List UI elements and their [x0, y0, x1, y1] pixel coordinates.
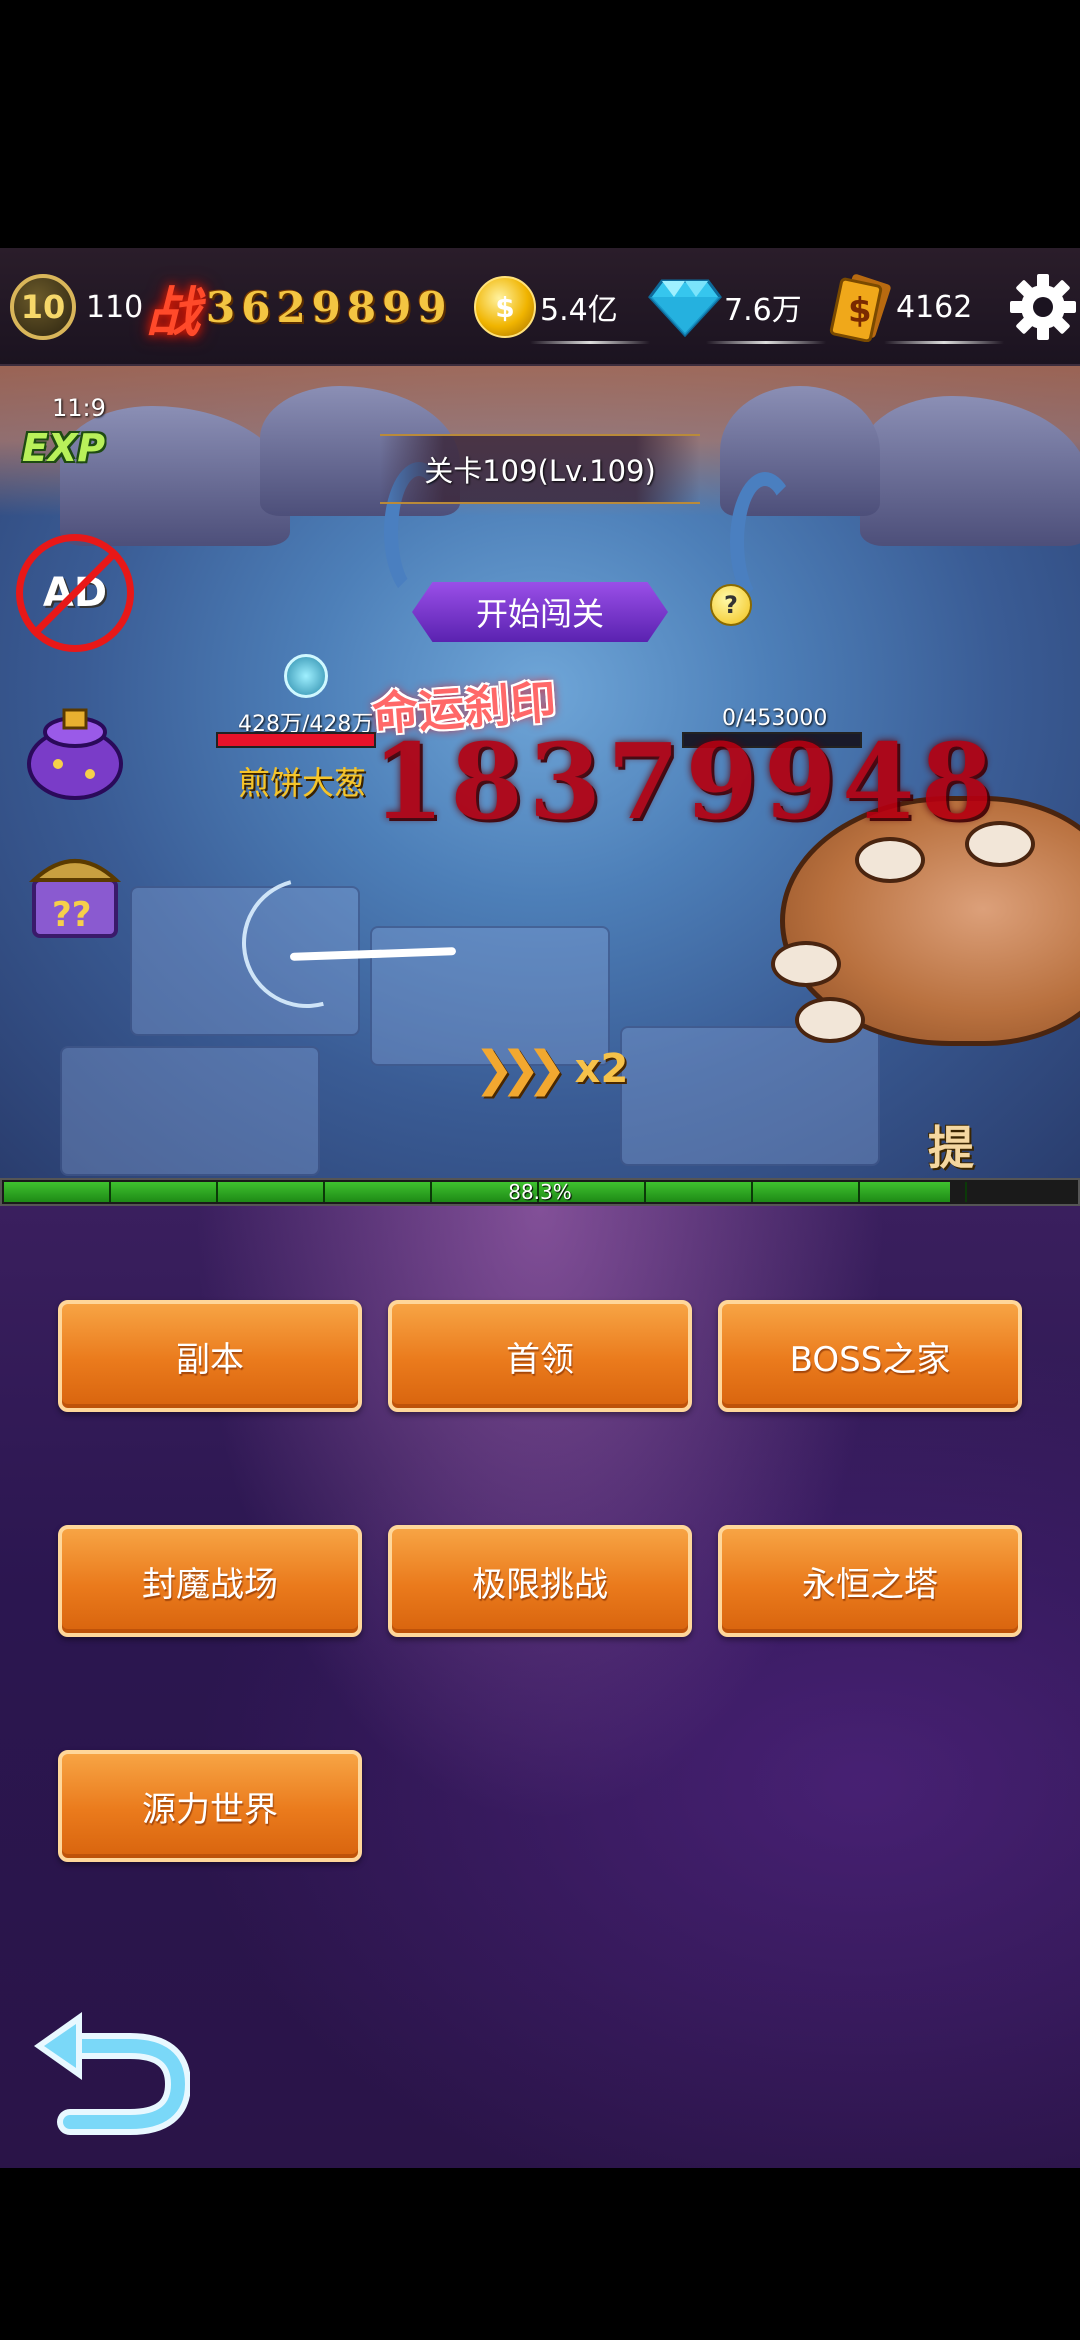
stage-progress-bar: 88.3%: [0, 1178, 1080, 1206]
speed-label: x2: [574, 1046, 629, 1092]
back-arrow-icon[interactable]: [30, 2006, 190, 2136]
player-hp-bar: [216, 732, 376, 748]
mode-menu-panel: 副本 首领 BOSS之家 封魔战场 极限挑战 永恒之塔 源力世界: [0, 1206, 1080, 2168]
gem-display[interactable]: 7.6万: [648, 248, 802, 366]
floor-tile: [620, 1026, 880, 1166]
bottom-letterbox: [0, 2168, 1080, 2340]
gold-coin-icon: $: [474, 276, 536, 338]
player-avatar-icon: [284, 654, 328, 698]
fast-forward-icon: ❯❯❯: [474, 1041, 567, 1097]
damage-number: 18379948: [372, 720, 999, 843]
stage-title: 关卡109(Lv.109): [380, 434, 700, 504]
battle-scene: 11:9 EXP AD ?? 关卡109(Lv.109) 开始闯关 ? 428万…: [0, 366, 1080, 1178]
cash-underline: [884, 341, 1004, 344]
cash-card-icon: $: [829, 274, 891, 342]
gem-underline: [706, 341, 826, 344]
gold-amount: 5.4亿: [540, 293, 618, 328]
combat-power: 战 3629899: [146, 248, 453, 366]
boss-home-button[interactable]: BOSS之家: [718, 1300, 1022, 1412]
svg-text:$: $: [848, 291, 872, 331]
claw-toe: [855, 837, 925, 883]
speed-toggle-button[interactable]: ❯❯❯ x2: [474, 1034, 628, 1104]
diamond-icon: [648, 279, 722, 337]
dungeon-button[interactable]: 副本: [58, 1300, 362, 1412]
mystery-chest-icon[interactable]: ??: [20, 836, 130, 946]
claw-toe: [771, 941, 841, 987]
top-status-bar: 10 110 战 3629899 $ 5.4亿 7.6万 $ 4162: [0, 248, 1080, 366]
combat-power-value: 3629899: [206, 282, 453, 332]
boss-leader-button[interactable]: 首领: [388, 1300, 692, 1412]
settings-button[interactable]: [1006, 248, 1080, 366]
combat-power-icon: 战: [146, 280, 200, 344]
exp-timer: 11:9: [52, 394, 106, 422]
cash-display[interactable]: $ 4162: [826, 248, 972, 366]
gold-underline: [530, 341, 650, 344]
level-display[interactable]: 10 110: [10, 248, 143, 366]
gold-display[interactable]: $ 5.4亿: [474, 248, 618, 366]
player-hp-fill: [218, 734, 374, 746]
limit-challenge-button[interactable]: 极限挑战: [388, 1525, 692, 1637]
claw-toe: [795, 997, 865, 1043]
player-name: 煎饼大葱: [238, 764, 367, 802]
eternal-tower-button[interactable]: 永恒之塔: [718, 1525, 1022, 1637]
level-points: 110: [86, 289, 144, 325]
gem-amount: 7.6万: [724, 293, 802, 328]
remove-ads-button[interactable]: AD: [16, 534, 134, 652]
floor-tile: [60, 1046, 320, 1176]
hint-button[interactable]: 提示: [928, 1112, 1080, 1178]
start-challenge-button[interactable]: 开始闯关: [412, 582, 668, 642]
tip-icon[interactable]: ?: [710, 584, 752, 626]
progress-label: 88.3%: [508, 1180, 572, 1204]
level-badge: 10: [10, 274, 76, 340]
source-world-button[interactable]: 源力世界: [58, 1750, 362, 1862]
exp-boost-icon[interactable]: EXP: [22, 426, 132, 486]
svg-text:??: ??: [52, 895, 91, 935]
cash-amount: 4162: [896, 289, 973, 325]
gear-icon: [1010, 274, 1076, 340]
demon-battlefield-button[interactable]: 封魔战场: [58, 1525, 362, 1637]
treasure-bag-icon[interactable]: [20, 692, 130, 802]
